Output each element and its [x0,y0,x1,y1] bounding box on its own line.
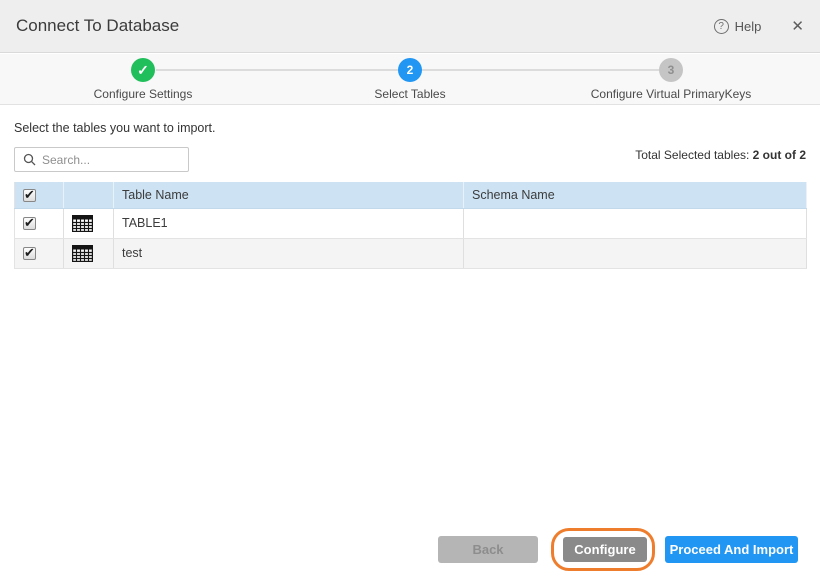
column-header-schema-name: Schema Name [464,182,807,208]
row-checkbox-test[interactable]: ✔ [23,247,36,260]
search-icon [23,153,36,166]
selection-summary: Total Selected tables: 2 out of 2 [635,148,806,162]
page-title: Connect To Database [16,16,714,36]
cell-table-name: test [114,238,464,268]
dialog-titlebar: Connect To Database ? Help ✕ [0,0,820,53]
instruction-text: Select the tables you want to import. [14,121,216,135]
cell-schema-name [464,238,807,268]
step-1-label: Configure Settings [94,87,193,101]
stepper-connector-1 [156,69,398,71]
step-3-pending-indicator[interactable]: 3 [659,58,683,82]
selection-summary-value: 2 out of 2 [753,148,806,162]
stepper-connector-2 [422,69,659,71]
table-row: ✔ test [15,238,807,268]
checkmark-icon: ✔ [24,187,35,203]
selection-summary-label: Total Selected tables: [635,148,752,162]
checkmark-icon: ✔ [24,245,35,261]
help-button[interactable]: ? Help [714,19,762,34]
table-grid-icon [72,215,93,232]
column-header-table-name: Table Name [114,182,464,208]
tables-grid: ✔ Table Name Schema Name ✔ [14,182,807,269]
checkmark-icon: ✔ [24,215,35,231]
step-1-completed-icon[interactable]: ✓ [131,58,155,82]
back-button[interactable]: Back [438,536,538,563]
proceed-and-import-button[interactable]: Proceed And Import [665,536,798,563]
help-icon: ? [714,19,729,34]
step-2-label: Select Tables [374,87,445,101]
search-input[interactable] [42,153,180,167]
configure-button[interactable]: Configure [563,537,647,562]
search-box[interactable] [14,147,189,172]
select-all-checkbox[interactable]: ✔ [23,189,36,202]
row-checkbox-table1[interactable]: ✔ [23,217,36,230]
wizard-stepper: ✓ 2 3 Configure Settings Select Tables C… [0,54,820,105]
close-icon[interactable]: ✕ [791,19,804,34]
table-header-row: ✔ Table Name Schema Name [15,182,807,208]
cell-table-name: TABLE1 [114,208,464,238]
table-row: ✔ TABLE1 [15,208,807,238]
table-grid-icon [72,245,93,262]
help-label: Help [735,19,762,34]
step-3-label: Configure Virtual PrimaryKeys [591,87,752,101]
cell-schema-name [464,208,807,238]
table-icon-column-header [64,182,114,208]
step-2-active-indicator[interactable]: 2 [398,58,422,82]
